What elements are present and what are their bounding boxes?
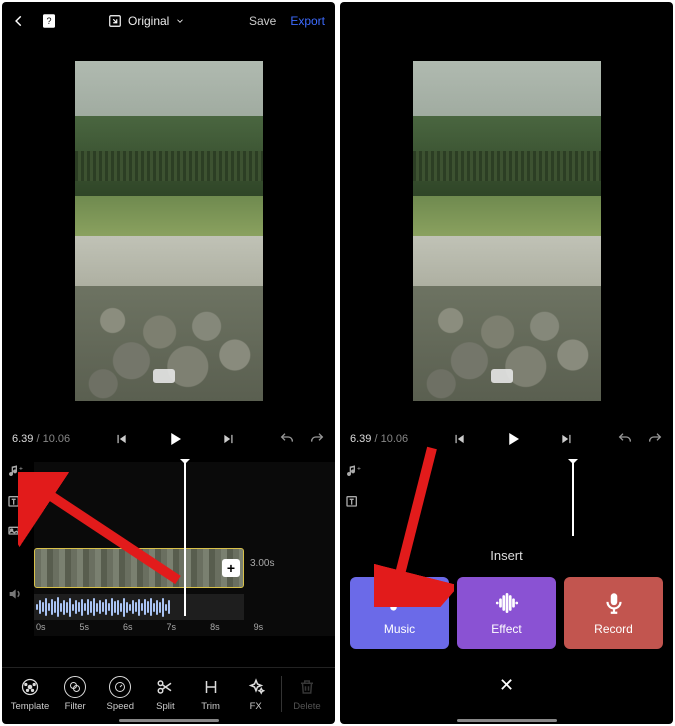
export-button[interactable]: Export xyxy=(290,14,325,28)
sparkle-icon xyxy=(245,676,267,698)
insert-music-label: Music xyxy=(384,622,415,636)
add-audio-icon[interactable]: + xyxy=(6,464,34,480)
preview-frame xyxy=(75,61,263,401)
undo-button[interactable] xyxy=(279,431,295,447)
insert-music-button[interactable]: Music xyxy=(350,577,449,649)
scissors-icon xyxy=(154,676,176,698)
back-button[interactable] xyxy=(12,14,26,28)
audio-waveform[interactable] xyxy=(34,594,244,620)
timeline-body[interactable]: + 3.00s 0s5s6s7s8s9s xyxy=(34,462,335,636)
track-type-icons: + xyxy=(344,462,372,536)
bottom-toolbar: Template Filter Speed Split Trim FX Dele… xyxy=(2,667,335,718)
topbar: ? Original Save Export xyxy=(2,2,335,40)
video-clip[interactable]: + xyxy=(34,548,244,588)
template-button[interactable]: Template xyxy=(8,676,52,712)
svg-text:?: ? xyxy=(46,16,51,26)
close-insert-button[interactable]: ✕ xyxy=(340,675,673,696)
chevron-down-icon xyxy=(175,16,185,26)
home-indicator xyxy=(457,719,557,722)
insert-effect-button[interactable]: Effect xyxy=(457,577,556,649)
help-button[interactable]: ? xyxy=(40,12,58,30)
track-type-icons: + xyxy=(6,462,34,636)
play-button[interactable] xyxy=(504,430,522,448)
home-indicator xyxy=(119,719,219,722)
time-readout: 6.39 / 10.06 xyxy=(12,433,70,445)
trim-button[interactable]: Trim xyxy=(189,676,233,712)
redo-button[interactable] xyxy=(309,431,325,447)
next-button[interactable] xyxy=(222,432,236,446)
insert-panel-title: Insert xyxy=(340,548,673,563)
trim-icon xyxy=(200,676,222,698)
insert-record-label: Record xyxy=(594,622,633,636)
speed-button[interactable]: Speed xyxy=(98,676,142,712)
prev-button[interactable] xyxy=(114,432,128,446)
aspect-ratio-label: Original xyxy=(128,14,169,28)
add-text-icon[interactable] xyxy=(344,494,372,510)
svg-text:+: + xyxy=(357,466,361,473)
playhead[interactable] xyxy=(572,462,574,536)
clip-duration: 3.00s xyxy=(250,558,274,569)
timeline[interactable]: + xyxy=(340,456,673,536)
screenshot-right: 6.39 / 10.06 + Insert Music Effect xyxy=(340,2,673,724)
redo-button[interactable] xyxy=(647,431,663,447)
template-icon xyxy=(19,676,41,698)
microphone-icon xyxy=(601,590,627,616)
music-icon xyxy=(387,590,413,616)
next-button[interactable] xyxy=(560,432,574,446)
save-button[interactable]: Save xyxy=(249,14,276,28)
delete-button[interactable]: Delete xyxy=(285,676,329,712)
timeline[interactable]: + + 3.00s 0s5s6s7s8s9s xyxy=(2,456,335,636)
split-button[interactable]: Split xyxy=(143,676,187,712)
screenshot-left: ? Original Save Export 6.39 / 10.06 xyxy=(2,2,335,724)
add-text-icon[interactable] xyxy=(6,494,34,510)
timeline-body[interactable] xyxy=(372,462,673,536)
insert-effect-label: Effect xyxy=(491,622,521,636)
transport-bar: 6.39 / 10.06 xyxy=(340,422,673,456)
add-overlay-icon[interactable] xyxy=(6,524,34,540)
insert-record-button[interactable]: Record xyxy=(564,577,663,649)
play-button[interactable] xyxy=(166,430,184,448)
filter-icon xyxy=(64,676,86,698)
svg-text:+: + xyxy=(19,466,23,473)
transport-bar: 6.39 / 10.06 xyxy=(2,422,335,456)
time-readout: 6.39 / 10.06 xyxy=(350,433,408,445)
video-preview[interactable] xyxy=(340,2,673,422)
insert-options: Music Effect Record xyxy=(350,577,663,649)
fx-button[interactable]: FX xyxy=(234,676,278,712)
playhead[interactable] xyxy=(184,462,186,616)
clip-add-button[interactable]: + xyxy=(222,559,240,577)
preview-frame xyxy=(413,61,601,401)
time-ruler: 0s5s6s7s8s9s xyxy=(34,622,335,638)
trash-icon xyxy=(296,676,318,698)
prev-button[interactable] xyxy=(452,432,466,446)
sound-wave-icon xyxy=(494,590,520,616)
undo-button[interactable] xyxy=(617,431,633,447)
aspect-ratio-button[interactable]: Original xyxy=(108,14,185,28)
video-preview[interactable] xyxy=(2,40,335,422)
speed-icon xyxy=(109,676,131,698)
add-audio-icon[interactable]: + xyxy=(344,464,372,480)
filter-button[interactable]: Filter xyxy=(53,676,97,712)
volume-icon[interactable] xyxy=(6,586,34,602)
